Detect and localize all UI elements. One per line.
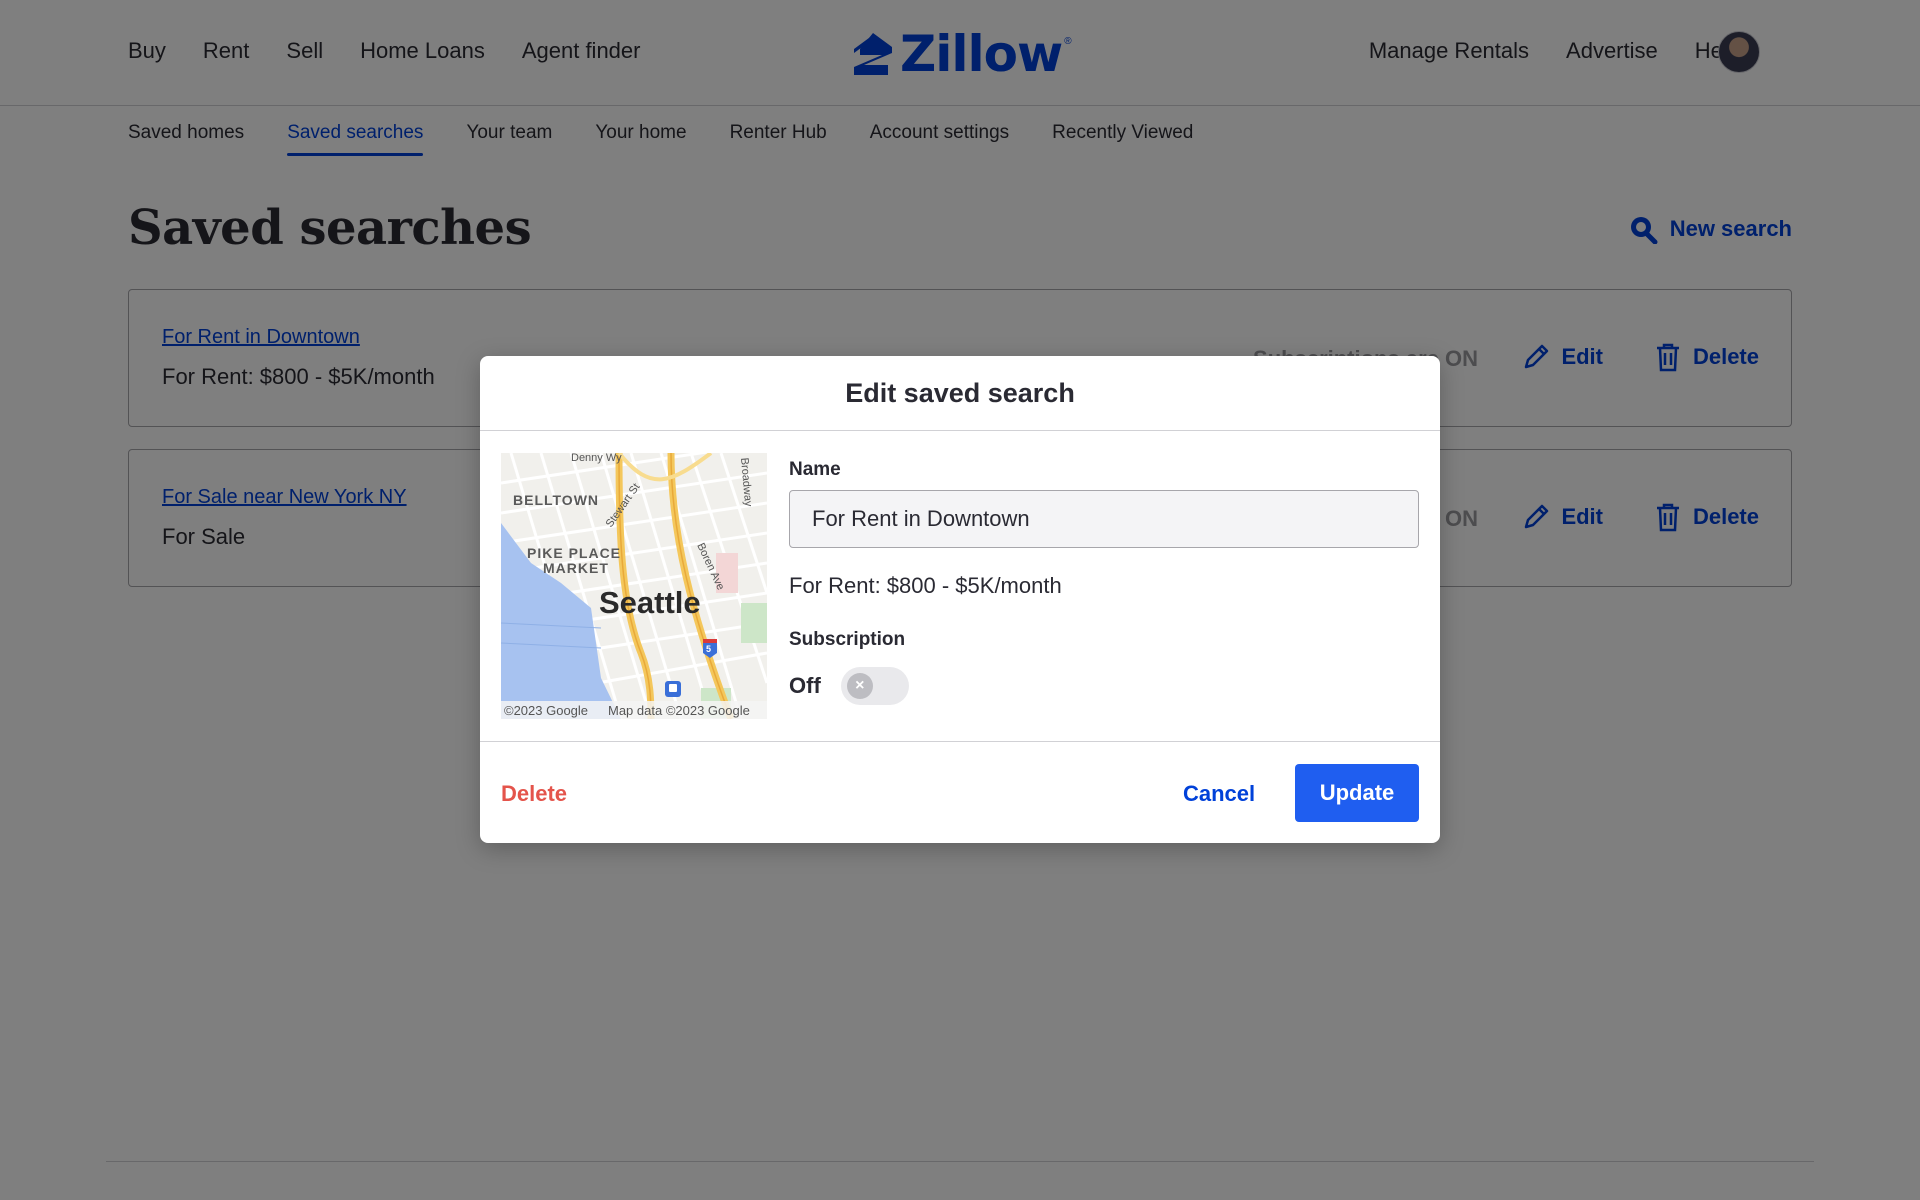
map-label-market: MARKET xyxy=(543,560,609,576)
subscription-toggle[interactable]: × xyxy=(840,667,909,705)
map-label-denny: Denny Wy xyxy=(571,453,622,464)
subscription-state: Off xyxy=(789,673,821,698)
name-field-label: Name xyxy=(789,459,841,480)
dialog-title: Edit saved search xyxy=(845,377,1075,408)
subscription-label: Subscription xyxy=(789,629,906,650)
map-city-label: Seattle xyxy=(599,585,701,620)
update-button[interactable]: Update xyxy=(1295,764,1419,822)
map-data-attribution: Map data ©2023 Google xyxy=(608,703,750,718)
name-input[interactable] xyxy=(789,490,1419,548)
close-icon: × xyxy=(846,673,873,699)
search-area-map: Denny Wy BELLTOWN Stewart St Broadway PI… xyxy=(501,453,767,719)
dialog-delete-button[interactable]: Delete xyxy=(501,781,567,807)
search-criteria: For Rent: $800 - $5K/month xyxy=(789,573,1062,598)
dialog-header: Edit saved search xyxy=(480,356,1440,431)
map-label-belltown: BELLTOWN xyxy=(513,492,599,508)
map-graphic: Denny Wy BELLTOWN Stewart St Broadway PI… xyxy=(501,453,767,719)
map-label-interstate: 5 xyxy=(706,644,711,654)
edit-saved-search-dialog: Edit saved search Denny Wy BELLTOWN Stew… xyxy=(480,356,1440,843)
dialog-footer-divider xyxy=(480,741,1440,742)
cancel-button[interactable]: Cancel xyxy=(1183,781,1255,807)
map-attribution: ©2023 Google xyxy=(504,703,588,718)
subscription-control: Off × xyxy=(789,667,909,705)
map-label-pike-place: PIKE PLACE xyxy=(527,545,621,561)
